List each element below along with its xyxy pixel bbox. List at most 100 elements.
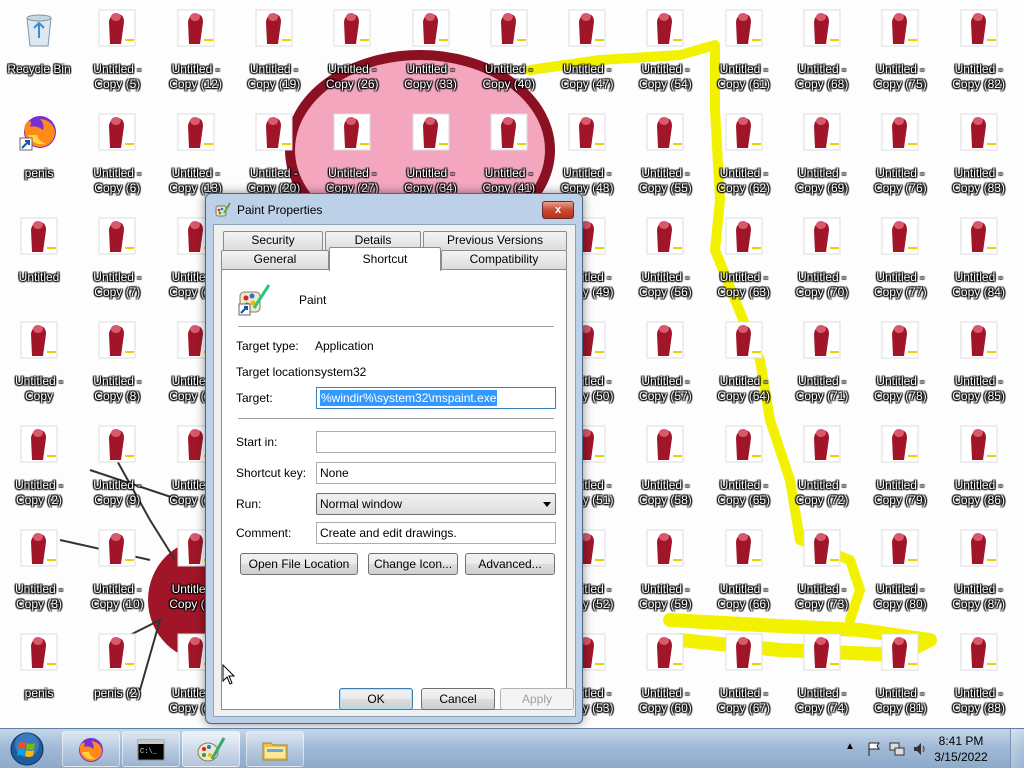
image-file-icon [97, 528, 137, 568]
tab-previous-versions[interactable]: Previous Versions [423, 231, 567, 250]
desktop-icon[interactable]: Untitled - Copy (71) [786, 316, 858, 412]
desktop-icon[interactable]: penis (2) [81, 628, 153, 724]
desktop-icon[interactable]: Untitled - Copy (20) [238, 108, 310, 204]
desktop-icon[interactable]: Untitled - Copy (26) [316, 4, 388, 100]
target-input[interactable]: %windir%\system32\mspaint.exe [316, 387, 556, 409]
image-file-icon [332, 112, 372, 152]
desktop-icon[interactable]: Untitled - Copy (41) [473, 108, 545, 204]
desktop-icon[interactable]: Untitled - Copy (13) [160, 108, 232, 204]
desktop-icon[interactable]: Untitled - Copy (34) [395, 108, 467, 204]
desktop-icon[interactable]: Untitled - Copy (82) [943, 4, 1015, 100]
target-label: Target: [236, 391, 273, 405]
desktop-icon[interactable]: Untitled - Copy (12) [160, 4, 232, 100]
desktop-icon[interactable]: Untitled - Copy (56) [629, 212, 701, 308]
desktop-icon-label: Untitled - Copy (26) [325, 62, 379, 91]
show-hidden-icons-icon[interactable]: ▲ [845, 741, 861, 757]
desktop-icon[interactable]: Untitled - Copy (72) [786, 420, 858, 516]
comment-input[interactable]: Create and edit drawings. [316, 522, 556, 544]
desktop-icon[interactable]: Untitled - Copy (86) [943, 420, 1015, 516]
desktop-icon[interactable]: penis [3, 628, 75, 724]
tab-compatibility[interactable]: Compatibility [441, 250, 567, 269]
desktop-icon[interactable]: Untitled - Copy (7) [81, 212, 153, 308]
image-file-icon [97, 320, 137, 360]
tab-general[interactable]: General [221, 250, 329, 269]
desktop-icon[interactable]: Untitled - Copy (65) [708, 420, 780, 516]
tab-security[interactable]: Security [223, 231, 323, 250]
desktop-icon[interactable]: Untitled - Copy (58) [629, 420, 701, 516]
apply-button[interactable]: Apply [500, 688, 574, 710]
desktop-icon[interactable]: Untitled - Copy (70) [786, 212, 858, 308]
taskbar-paint-button[interactable] [182, 731, 240, 767]
close-button[interactable]: x [542, 201, 574, 219]
desktop-icon[interactable]: Untitled - Copy (60) [629, 628, 701, 724]
desktop-icon[interactable]: Untitled - Copy (83) [943, 108, 1015, 204]
image-file-icon [332, 8, 372, 48]
cancel-button[interactable]: Cancel [421, 688, 495, 710]
run-value: Normal window [320, 497, 403, 511]
desktop-icon[interactable]: Untitled - Copy (88) [943, 628, 1015, 724]
desktop-icon[interactable]: Untitled [3, 212, 75, 308]
network-icon[interactable] [889, 741, 905, 757]
taskbar-firefox-button[interactable] [62, 731, 120, 767]
shortcut-key-input[interactable]: None [316, 462, 556, 484]
desktop-icon[interactable]: Untitled - Copy (69) [786, 108, 858, 204]
image-file-icon [97, 8, 137, 48]
desktop-icon[interactable]: Untitled - Copy (47) [551, 4, 623, 100]
desktop-icon[interactable]: Untitled - Copy (59) [629, 524, 701, 620]
taskbar-explorer-button[interactable] [246, 731, 304, 767]
desktop-icon[interactable]: Untitled - Copy (57) [629, 316, 701, 412]
desktop-icon[interactable]: Untitled - Copy (74) [786, 628, 858, 724]
desktop-icon[interactable]: Untitled - Copy (40) [473, 4, 545, 100]
desktop-icon[interactable]: Untitled - Copy (27) [316, 108, 388, 204]
dialog-titlebar[interactable]: Paint Properties x [206, 194, 582, 224]
desktop-icon[interactable]: Untitled - Copy (63) [708, 212, 780, 308]
desktop-icon[interactable]: Untitled - Copy (68) [786, 4, 858, 100]
desktop-icon[interactable]: Untitled - Copy (55) [629, 108, 701, 204]
run-select[interactable]: Normal window [316, 493, 556, 515]
desktop-icon[interactable]: Recycle Bin [3, 4, 75, 100]
desktop-icon[interactable]: Untitled - Copy (66) [708, 524, 780, 620]
system-tray: ▲ 8:41 PM 3/15/2022 [840, 729, 1024, 768]
show-desktop-button[interactable] [1010, 729, 1024, 768]
open-file-location-button[interactable]: Open File Location [240, 553, 358, 575]
desktop-icon[interactable]: Untitled - Copy (73) [786, 524, 858, 620]
desktop-icon[interactable]: Untitled - Copy (2) [3, 420, 75, 516]
desktop-icon[interactable]: Untitled - Copy (10) [81, 524, 153, 620]
desktop-icon[interactable]: Untitled - Copy (61) [708, 4, 780, 100]
desktop-icon[interactable]: Untitled - Copy (78) [864, 316, 936, 412]
windows-orb-icon[interactable] [4, 730, 50, 768]
desktop-icon[interactable]: Untitled - Copy (5) [81, 4, 153, 100]
desktop-icon[interactable]: Untitled - Copy (9) [81, 420, 153, 516]
desktop-icon[interactable]: Untitled - Copy (19) [238, 4, 310, 100]
clock[interactable]: 8:41 PM 3/15/2022 [925, 733, 997, 765]
tab-shortcut[interactable]: Shortcut [329, 247, 441, 271]
desktop-icon-label: Untitled - Copy (87) [952, 582, 1005, 611]
ok-button[interactable]: OK [339, 688, 413, 710]
advanced-button[interactable]: Advanced... [465, 553, 555, 575]
desktop-icon[interactable]: penis [3, 108, 75, 204]
desktop-icon[interactable]: Untitled - Copy (80) [864, 524, 936, 620]
desktop-icon[interactable]: Untitled - Copy (76) [864, 108, 936, 204]
action-center-flag-icon[interactable] [866, 741, 882, 757]
desktop-icon[interactable]: Untitled - Copy (62) [708, 108, 780, 204]
desktop-icon[interactable]: Untitled - Copy (6) [81, 108, 153, 204]
desktop-icon[interactable]: Untitled - Copy (81) [864, 628, 936, 724]
desktop-icon[interactable]: Untitled - Copy (79) [864, 420, 936, 516]
desktop-icon[interactable]: Untitled - Copy (33) [395, 4, 467, 100]
desktop-icon[interactable]: Untitled - Copy (85) [943, 316, 1015, 412]
desktop-icon[interactable]: Untitled - Copy (54) [629, 4, 701, 100]
desktop-icon[interactable]: Untitled - Copy (77) [864, 212, 936, 308]
desktop-icon[interactable]: Untitled - Copy [3, 316, 75, 412]
desktop-icon[interactable]: Untitled - Copy (8) [81, 316, 153, 412]
desktop-icon[interactable]: Untitled - Copy (3) [3, 524, 75, 620]
desktop-icon[interactable]: Untitled - Copy (87) [943, 524, 1015, 620]
desktop-icon[interactable]: Untitled - Copy (67) [708, 628, 780, 724]
start-in-input[interactable] [316, 431, 556, 453]
desktop-icon[interactable]: Untitled - Copy (64) [708, 316, 780, 412]
taskbar-cmd-button[interactable]: C:\_ [122, 731, 180, 767]
desktop-icon[interactable]: Untitled - Copy (75) [864, 4, 936, 100]
desktop-icon[interactable]: Untitled - Copy (48) [551, 108, 623, 204]
desktop-icon[interactable]: Untitled - Copy (84) [943, 212, 1015, 308]
change-icon-button[interactable]: Change Icon... [368, 553, 458, 575]
image-file-icon [724, 320, 764, 360]
